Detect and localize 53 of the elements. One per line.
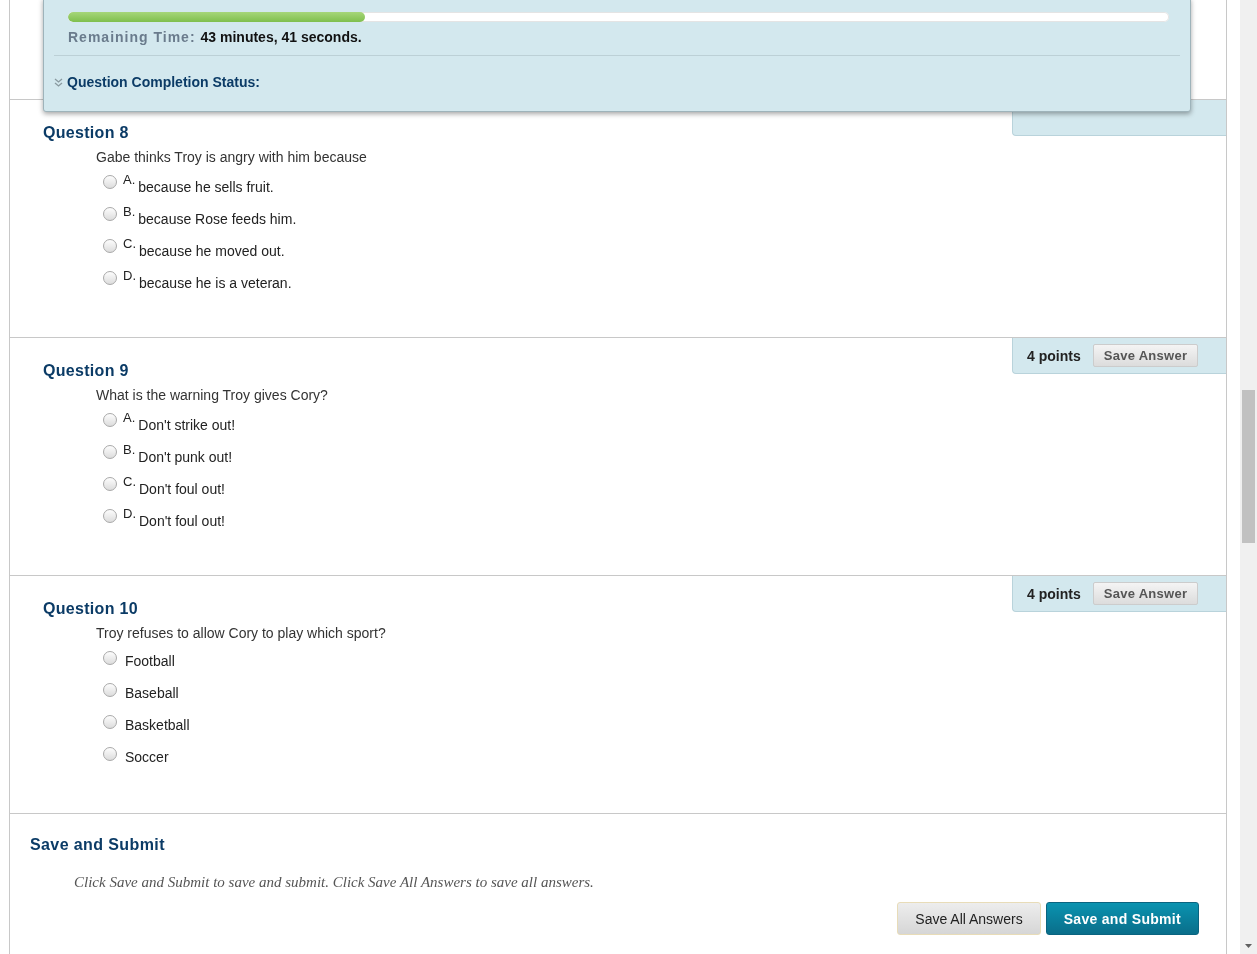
remaining-time-label: Remaining Time: bbox=[68, 29, 196, 45]
question-title: Question 9 bbox=[42, 361, 129, 381]
option-text: Basketball bbox=[125, 717, 190, 733]
scroll-down-icon[interactable] bbox=[1245, 944, 1252, 948]
option-letter: C. bbox=[123, 236, 136, 251]
scrollbar-thumb[interactable] bbox=[1242, 390, 1255, 543]
option-text: Football bbox=[125, 653, 175, 669]
option-text: because Rose feeds him. bbox=[138, 211, 297, 227]
option-letter: B. bbox=[123, 442, 136, 457]
question-prompt: Troy refuses to allow Cory to play which sport? bbox=[96, 624, 387, 643]
option-letter: D. bbox=[123, 506, 136, 521]
question-prompt: What is the warning Troy gives Cory? bbox=[96, 386, 329, 405]
question-prompt: Gabe thinks Troy is angry with him because bbox=[96, 148, 368, 167]
radio-button[interactable] bbox=[103, 175, 117, 189]
save-answer-button[interactable]: Save Answer bbox=[1092, 344, 1199, 367]
radio-button[interactable] bbox=[103, 413, 117, 427]
option-letter: A. bbox=[123, 410, 136, 425]
option-letter: A. bbox=[123, 172, 136, 187]
remaining-time-value: 43 minutes, 41 seconds. bbox=[200, 29, 362, 45]
radio-button[interactable] bbox=[103, 445, 117, 459]
radio-button[interactable] bbox=[103, 651, 117, 665]
scrollbar[interactable] bbox=[1240, 0, 1257, 954]
completion-status-toggle[interactable]: Question Completion Status: bbox=[67, 74, 260, 90]
option-letter: B. bbox=[123, 204, 136, 219]
option-text: because he sells fruit. bbox=[138, 179, 274, 195]
double-chevron-icon[interactable] bbox=[54, 77, 63, 87]
points-label: 4 points bbox=[1027, 585, 1081, 602]
points-label: 4 points bbox=[1027, 347, 1081, 364]
option-text: because he moved out. bbox=[139, 243, 285, 259]
option-text: because he is a veteran. bbox=[139, 275, 292, 291]
radio-button[interactable] bbox=[103, 683, 117, 697]
save-answer-button[interactable]: Save Answer bbox=[1092, 582, 1199, 605]
option-letter: C. bbox=[123, 474, 136, 489]
section-title: Save and Submit bbox=[30, 835, 166, 855]
radio-button[interactable] bbox=[103, 271, 117, 285]
option-text: Soccer bbox=[125, 749, 169, 765]
radio-button[interactable] bbox=[103, 477, 117, 491]
instructions-text: Click Save and Submit to save and submit. Click Save All Answers to save all answers. bbox=[74, 874, 595, 891]
save-and-submit-button[interactable]: Save and Submit bbox=[1045, 902, 1199, 935]
option-text: Don't foul out! bbox=[139, 481, 225, 497]
option-letter: D. bbox=[123, 268, 136, 283]
option-text: Baseball bbox=[125, 685, 179, 701]
question-title: Question 10 bbox=[42, 599, 138, 619]
radio-button[interactable] bbox=[103, 509, 117, 523]
radio-button[interactable] bbox=[103, 207, 117, 221]
option-text: Don't foul out! bbox=[139, 513, 225, 529]
radio-button[interactable] bbox=[103, 239, 117, 253]
radio-button[interactable] bbox=[103, 715, 117, 729]
question-title: Question 8 bbox=[42, 123, 129, 143]
option-text: Don't strike out! bbox=[138, 417, 236, 433]
radio-button[interactable] bbox=[103, 747, 117, 761]
save-all-answers-button[interactable]: Save All Answers bbox=[897, 902, 1041, 935]
option-text: Don't punk out! bbox=[138, 449, 233, 465]
